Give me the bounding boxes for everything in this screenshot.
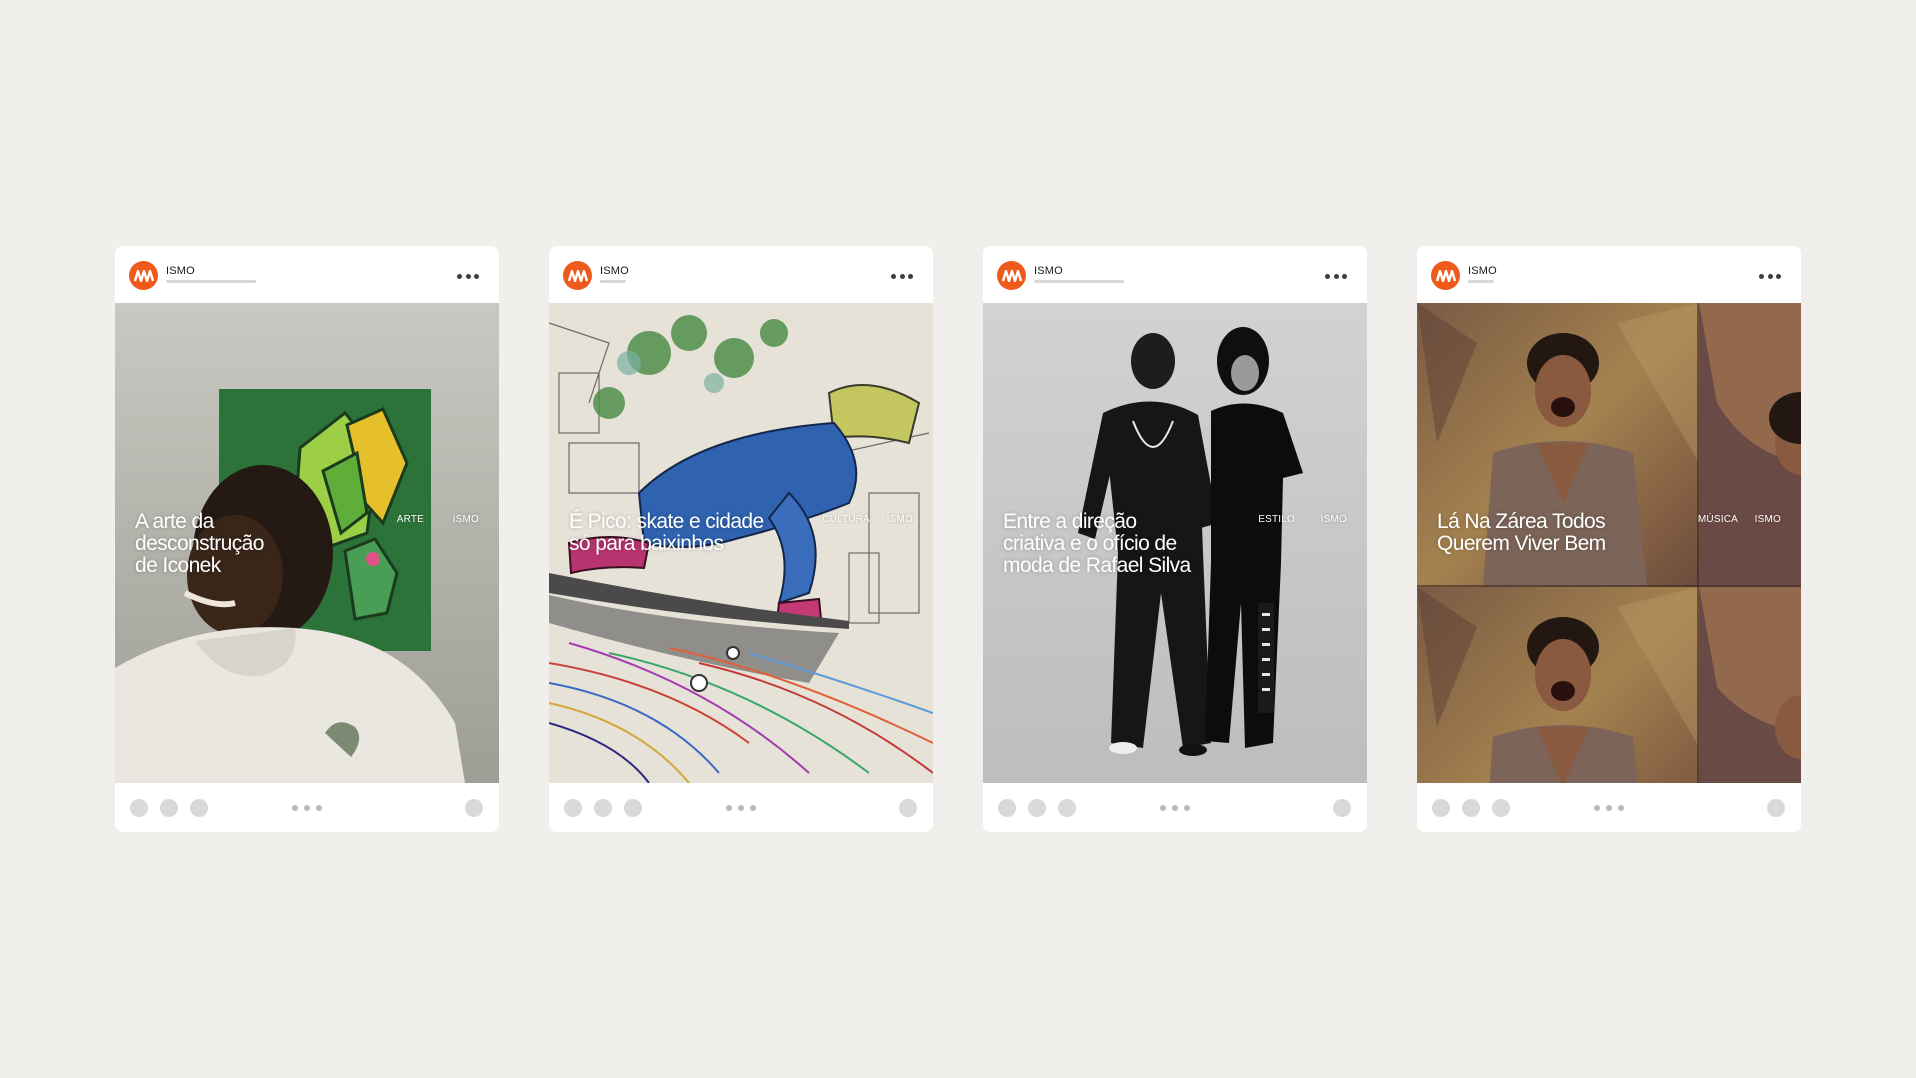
post-brand-tag: ISMO (1320, 514, 1347, 525)
comment-icon[interactable] (1028, 799, 1046, 817)
like-icon[interactable] (130, 799, 148, 817)
post-brand-tag: ISMO (886, 514, 913, 525)
post-brand-tag: ISMO (1754, 514, 1781, 525)
like-icon[interactable] (1432, 799, 1450, 817)
post-title: A arte da desconstrução de Iconek (135, 510, 264, 577)
carousel-pagination (292, 805, 322, 811)
post-category-tag: MÚSICA (1697, 514, 1738, 525)
carousel-pagination (1160, 805, 1190, 811)
comment-icon[interactable] (594, 799, 612, 817)
like-icon[interactable] (998, 799, 1016, 817)
share-icon[interactable] (624, 799, 642, 817)
bookmark-icon[interactable] (1333, 799, 1351, 817)
brand-logo-icon (133, 269, 154, 282)
comment-icon[interactable] (160, 799, 178, 817)
carousel-pagination (726, 805, 756, 811)
post-card-arte: ISMO A arte da desconstrução de Iconek A… (115, 246, 499, 832)
more-options-button[interactable] (891, 272, 913, 280)
post-footer (1417, 783, 1801, 832)
post-card-estilo: ISMO Entre a direção criativa e o ofício… (983, 246, 1367, 832)
bookmark-icon[interactable] (1767, 799, 1785, 817)
account-name[interactable]: ISMO (1034, 265, 1063, 277)
brand-logo-icon (1435, 269, 1456, 282)
account-avatar[interactable] (563, 261, 592, 290)
comment-icon[interactable] (1462, 799, 1480, 817)
post-image[interactable]: Lá Na Zárea Todos Querem Viver Bem MÚSIC… (1417, 303, 1801, 783)
bookmark-icon[interactable] (899, 799, 917, 817)
post-image[interactable]: É Pico: skate e cidade só para baixinhos… (549, 303, 933, 783)
post-category-tag: CULTURA (822, 514, 870, 525)
post-header: ISMO (1417, 246, 1801, 303)
post-image[interactable]: A arte da desconstrução de Iconek ARTE I… (115, 303, 499, 783)
account-name[interactable]: ISMO (600, 265, 629, 277)
more-options-button[interactable] (1325, 272, 1347, 280)
post-title: Entre a direção criativa e o ofício de m… (1003, 510, 1191, 577)
post-category-tag: ARTE (396, 514, 424, 525)
handle-placeholder-bar (600, 280, 626, 283)
share-icon[interactable] (1492, 799, 1510, 817)
account-name[interactable]: ISMO (166, 265, 195, 277)
post-footer (115, 783, 499, 832)
handle-placeholder-bar (166, 280, 256, 283)
like-icon[interactable] (564, 799, 582, 817)
post-header: ISMO (115, 246, 499, 303)
account-name[interactable]: ISMO (1468, 265, 1497, 277)
post-card-musica: ISMO Lá Na Zárea Todos Querem Viver Bem … (1417, 246, 1801, 832)
post-card-cultura: ISMO É Pico: skate e cidade só para baix… (549, 246, 933, 832)
share-icon[interactable] (190, 799, 208, 817)
brand-logo-icon (1001, 269, 1022, 282)
bookmark-icon[interactable] (465, 799, 483, 817)
handle-placeholder-bar (1034, 280, 1124, 283)
handle-placeholder-bar (1468, 280, 1494, 283)
post-footer (549, 783, 933, 832)
account-avatar[interactable] (1431, 261, 1460, 290)
post-image[interactable]: Entre a direção criativa e o ofício de m… (983, 303, 1367, 783)
post-header: ISMO (549, 246, 933, 303)
post-footer (983, 783, 1367, 832)
more-options-button[interactable] (457, 272, 479, 280)
account-avatar[interactable] (997, 261, 1026, 290)
more-options-button[interactable] (1759, 272, 1781, 280)
share-icon[interactable] (1058, 799, 1076, 817)
post-title: Lá Na Zárea Todos Querem Viver Bem (1437, 510, 1606, 555)
post-title: É Pico: skate e cidade só para baixinhos (569, 510, 764, 555)
post-header: ISMO (983, 246, 1367, 303)
brand-logo-icon (567, 269, 588, 282)
carousel-pagination (1594, 805, 1624, 811)
post-category-tag: ESTILO (1258, 514, 1295, 525)
account-avatar[interactable] (129, 261, 158, 290)
post-brand-tag: ISMO (452, 514, 479, 525)
